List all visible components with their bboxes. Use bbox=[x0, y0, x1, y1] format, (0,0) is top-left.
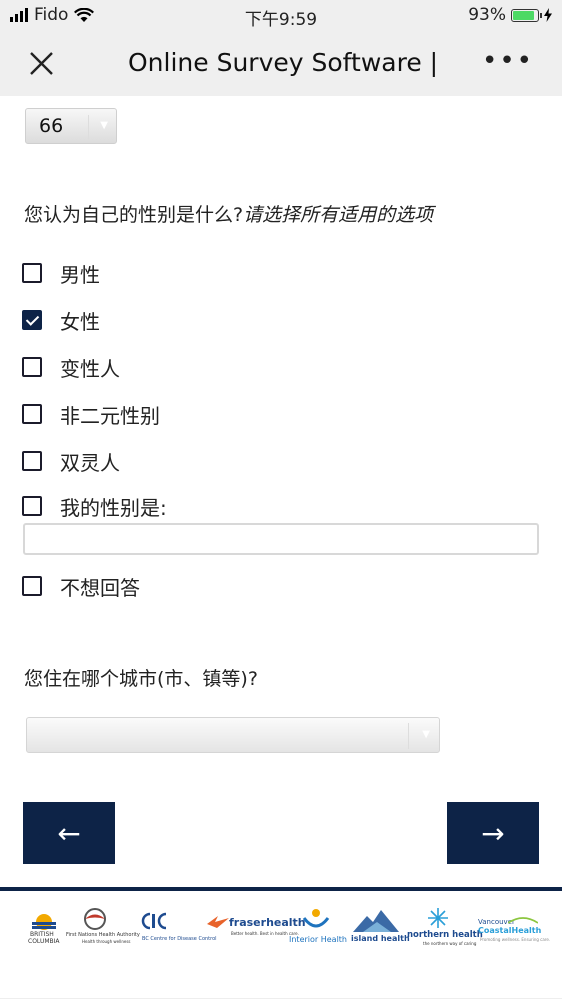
checkbox[interactable] bbox=[22, 404, 42, 424]
bccdc-logo: BC Centre for Disease Control bbox=[140, 908, 217, 948]
checkbox[interactable] bbox=[22, 263, 42, 283]
chevron-down-icon: ▼ bbox=[422, 729, 430, 740]
question-city: 您住在哪个城市(市、镇等)? bbox=[24, 668, 258, 690]
eagle-icon bbox=[84, 908, 106, 930]
option-label: 变性人 bbox=[60, 356, 120, 381]
year-select-value: 66 bbox=[39, 115, 64, 137]
interior-health-logo: Interior Health bbox=[289, 908, 347, 948]
island-health-logo: island health bbox=[351, 908, 410, 948]
close-button[interactable] bbox=[22, 44, 62, 84]
back-button[interactable]: ← bbox=[23, 802, 115, 864]
battery-percent: 93% bbox=[468, 5, 506, 25]
gender-option-self-describe[interactable]: 我的性别是: bbox=[22, 492, 167, 520]
checkbox-checked[interactable] bbox=[22, 310, 42, 330]
option-label: 女性 bbox=[60, 309, 100, 334]
more-options-button[interactable]: ••• bbox=[482, 46, 534, 76]
bc-government-logo: BRITISH COLUMBIA bbox=[26, 908, 62, 948]
status-bar: Fido 下午9:59 93% bbox=[0, 0, 562, 32]
gender-option-two-spirit[interactable]: 双灵人 bbox=[22, 447, 120, 475]
fraser-health-logo: fraserhealth Better health. Best in heal… bbox=[207, 908, 306, 948]
self-describe-input[interactable] bbox=[23, 523, 539, 555]
city-select[interactable]: ▼ bbox=[26, 717, 440, 753]
year-select[interactable]: 66 ▼ bbox=[25, 108, 117, 144]
checkbox[interactable] bbox=[22, 576, 42, 596]
option-label: 男性 bbox=[60, 262, 100, 287]
option-label: 不想回答 bbox=[60, 575, 140, 600]
question-gender-hint: 请选择所有适用的选项 bbox=[243, 204, 434, 226]
checkbox[interactable] bbox=[22, 496, 42, 516]
page-title-text: Online Survey Software | bbox=[128, 48, 443, 77]
browser-nav-bar: Online Survey Software | Q ••• bbox=[0, 32, 562, 96]
gender-option-transgender[interactable]: 变性人 bbox=[22, 353, 120, 381]
close-icon bbox=[30, 52, 53, 75]
option-label: 非二元性别 bbox=[60, 403, 160, 428]
next-button[interactable]: → bbox=[447, 802, 539, 864]
vancouver-coastal-health-logo: Vancouver CoastalHealth Promoting wellne… bbox=[478, 917, 551, 942]
fraser-bird-icon bbox=[207, 916, 229, 928]
gender-option-prefer-not[interactable]: 不想回答 bbox=[22, 572, 140, 600]
gender-option-male[interactable]: 男性 bbox=[22, 259, 100, 287]
chevron-down-icon: ▼ bbox=[100, 120, 108, 131]
battery-icon bbox=[511, 8, 542, 22]
mountain-icon bbox=[353, 910, 399, 932]
interior-figure-icon bbox=[302, 909, 330, 928]
option-label: 我的性别是: bbox=[60, 495, 167, 520]
page-title: Online Survey Software | Q bbox=[128, 48, 443, 77]
wave-icon bbox=[508, 917, 538, 924]
bottom-divider bbox=[0, 998, 562, 999]
question-gender: 您认为自己的性别是什么?请选择所有适用的选项 bbox=[24, 200, 433, 227]
gender-option-nonbinary[interactable]: 非二元性别 bbox=[22, 400, 160, 428]
bc-sun-icon bbox=[32, 914, 56, 930]
checkbox[interactable] bbox=[22, 357, 42, 377]
option-label: 双灵人 bbox=[60, 450, 120, 475]
northern-health-logo: northern health the northern way of cari… bbox=[407, 908, 483, 948]
gender-option-female[interactable]: 女性 bbox=[22, 306, 100, 334]
fnha-logo: First Nations Health Authority Health th… bbox=[66, 908, 140, 948]
battery-info: 93% bbox=[468, 5, 552, 25]
sparkle-icon bbox=[428, 908, 448, 928]
checkbox[interactable] bbox=[22, 451, 42, 471]
question-gender-text: 您认为自己的性别是什么? bbox=[24, 204, 244, 226]
partner-logos: BRITISH COLUMBIA First Nations Health Au… bbox=[0, 908, 562, 968]
footer-divider bbox=[0, 887, 562, 891]
bccdc-mark-icon bbox=[141, 912, 167, 930]
charging-icon bbox=[544, 8, 552, 22]
